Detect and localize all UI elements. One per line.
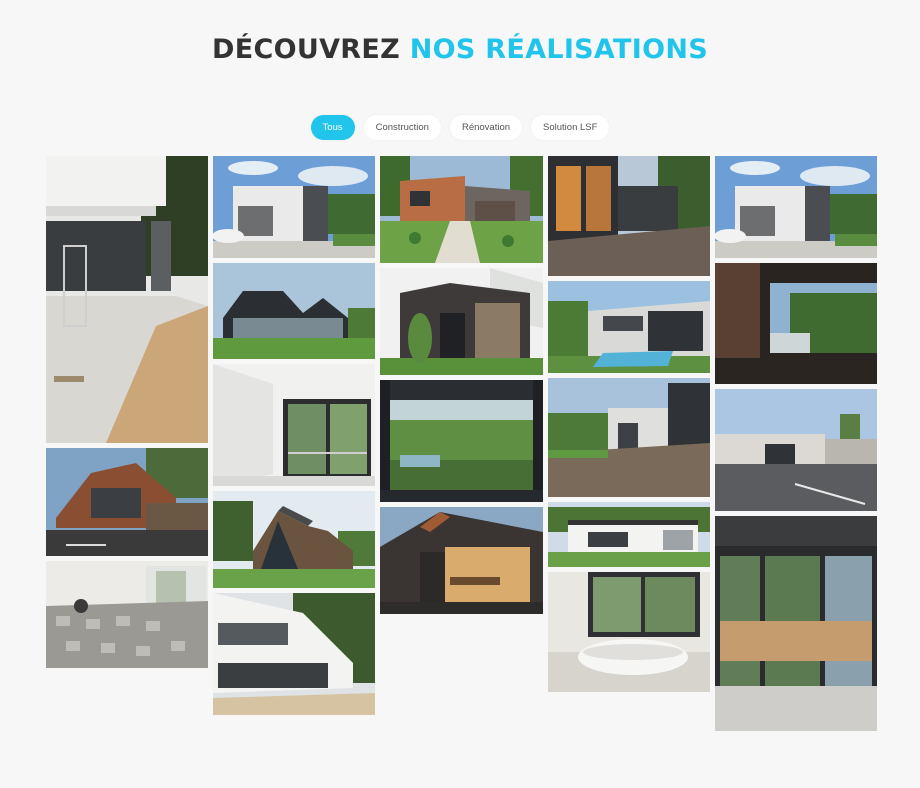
gallery-item-grey-house-garage[interactable]: [213, 156, 375, 258]
gallery-item-glass-gabled-house[interactable]: [213, 491, 375, 588]
gallery-item-white-room-window[interactable]: [213, 364, 375, 486]
gallery-item-brick-house-street[interactable]: [46, 448, 208, 556]
gallery-item-room-renovation[interactable]: [46, 561, 208, 668]
gallery-item-house-pool[interactable]: [548, 281, 710, 373]
gallery-item-brick-house-path[interactable]: [380, 156, 543, 263]
page-title-main: DÉCOUVREZ: [212, 34, 400, 65]
filter-renovation-button[interactable]: Rénovation: [449, 115, 523, 140]
gallery-item-dark-cube-extension[interactable]: [380, 268, 543, 375]
gallery-item-interior-doorway[interactable]: [715, 263, 877, 384]
gallery-item-deck-modern-house[interactable]: [548, 378, 710, 497]
gallery-item-wooden-deck-windows[interactable]: [548, 156, 710, 276]
gallery-item-grey-house-garage-2[interactable]: [715, 156, 877, 258]
gallery-item-bathroom-bathtub[interactable]: [548, 572, 710, 692]
page-title: DÉCOUVREZ NOS RÉALISATIONS: [0, 34, 920, 65]
filter-all-button[interactable]: Tous: [310, 115, 355, 140]
gallery-item-interior-bay-windows[interactable]: [715, 516, 877, 731]
gallery-item-black-gabled-house[interactable]: [213, 263, 375, 359]
filter-construction-button[interactable]: Construction: [363, 115, 441, 140]
page-title-accent: NOS RÉALISATIONS: [409, 34, 708, 65]
gallery-item-terrace-construction[interactable]: [46, 156, 208, 443]
gallery-item-flat-roof-house[interactable]: [548, 502, 710, 567]
gallery-item-pergola-pool[interactable]: [380, 380, 543, 502]
gallery-item-white-modern-house[interactable]: [213, 593, 375, 715]
filter-bar: Tous Construction Rénovation Solution LS…: [0, 115, 920, 140]
gallery-item-extension-night[interactable]: [380, 507, 543, 614]
gallery-item-street-houses[interactable]: [715, 389, 877, 511]
filter-lsf-button[interactable]: Solution LSF: [531, 115, 610, 140]
